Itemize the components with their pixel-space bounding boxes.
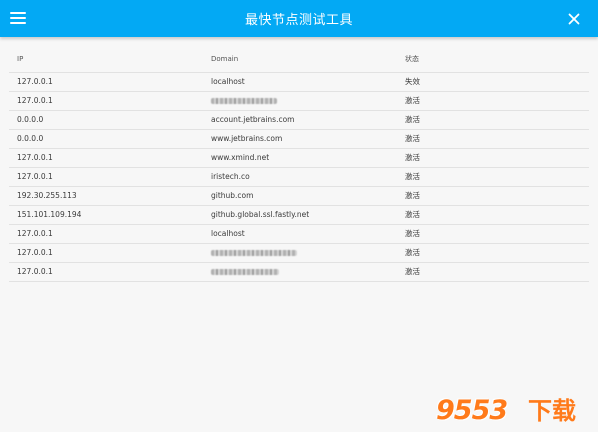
watermark-number: 9553 bbox=[436, 395, 508, 426]
table-row[interactable]: 127.0.0.1 激活 bbox=[9, 244, 589, 263]
hamburger-menu-icon[interactable] bbox=[10, 11, 26, 25]
header-domain: Domain bbox=[211, 55, 239, 63]
redacted-blur bbox=[211, 269, 279, 275]
cell-ip: 127.0.0.1 bbox=[17, 267, 53, 276]
app-window: 最快节点测试工具 IP Domain 状态 127.0.0.1 localhos… bbox=[0, 0, 598, 432]
redacted-blur bbox=[211, 98, 277, 104]
close-glyph bbox=[568, 13, 580, 25]
cell-status: 激活 bbox=[405, 191, 420, 200]
cell-domain: account.jetbrains.com bbox=[211, 115, 295, 124]
table-row[interactable]: 192.30.255.113 github.com 激活 bbox=[9, 187, 589, 206]
cell-ip: 192.30.255.113 bbox=[17, 191, 77, 200]
header-status: 状态 bbox=[405, 55, 419, 63]
hosts-table: IP Domain 状态 127.0.0.1 localhost 失效 127.… bbox=[9, 46, 589, 282]
table-row[interactable]: 151.101.109.194 github.global.ssl.fastly… bbox=[9, 206, 589, 225]
table-header: IP Domain 状态 bbox=[9, 46, 589, 73]
cell-domain: github.global.ssl.fastly.net bbox=[211, 210, 310, 219]
cell-domain-redacted bbox=[211, 244, 297, 263]
cell-status: 激活 bbox=[405, 229, 420, 238]
table-row[interactable]: 127.0.0.1 激活 bbox=[9, 92, 589, 111]
cell-domain: iristech.co bbox=[211, 172, 250, 181]
menu-line bbox=[10, 22, 26, 24]
close-icon[interactable] bbox=[568, 13, 580, 25]
cell-status: 激活 bbox=[405, 172, 420, 181]
cell-status: 激活 bbox=[405, 153, 420, 162]
cell-ip: 127.0.0.1 bbox=[17, 96, 53, 105]
cell-status: 激活 bbox=[405, 267, 420, 276]
cell-ip: 127.0.0.1 bbox=[17, 229, 53, 238]
table-row[interactable]: 127.0.0.1 www.xmind.net 激活 bbox=[9, 149, 589, 168]
cell-domain: www.xmind.net bbox=[211, 153, 270, 162]
cell-domain: localhost bbox=[211, 77, 245, 86]
cell-status: 失效 bbox=[405, 77, 420, 86]
cell-status: 激活 bbox=[405, 96, 420, 105]
cell-ip: 127.0.0.1 bbox=[17, 248, 53, 257]
cell-status: 激活 bbox=[405, 115, 420, 124]
menu-line bbox=[10, 12, 26, 14]
cell-status: 激活 bbox=[405, 134, 420, 143]
cell-ip: 127.0.0.1 bbox=[17, 172, 53, 181]
cell-ip: 0.0.0.0 bbox=[17, 115, 44, 124]
app-title: 最快节点测试工具 bbox=[244, 13, 353, 28]
redacted-blur bbox=[211, 250, 297, 256]
app-bar: 最快节点测试工具 bbox=[0, 0, 598, 37]
cell-status: 激活 bbox=[405, 248, 420, 257]
table-row[interactable]: 0.0.0.0 account.jetbrains.com 激活 bbox=[9, 111, 589, 130]
cell-status: 激活 bbox=[405, 210, 420, 219]
cell-ip: 127.0.0.1 bbox=[17, 153, 53, 162]
cell-domain: github.com bbox=[211, 191, 254, 200]
cell-ip: 151.101.109.194 bbox=[17, 210, 82, 219]
cell-domain-redacted bbox=[211, 92, 277, 111]
cell-domain: localhost bbox=[211, 229, 245, 238]
site-watermark: 9553 下载 bbox=[436, 396, 588, 426]
table-row[interactable]: 0.0.0.0 www.jetbrains.com 激活 bbox=[9, 130, 589, 149]
table-row[interactable]: 127.0.0.1 localhost 激活 bbox=[9, 225, 589, 244]
cell-ip: 127.0.0.1 bbox=[17, 77, 53, 86]
watermark-text: 下载 bbox=[528, 397, 576, 425]
table-row[interactable]: 127.0.0.1 localhost 失效 bbox=[9, 73, 589, 92]
menu-line bbox=[10, 17, 26, 19]
cell-domain-redacted bbox=[211, 263, 279, 282]
header-ip: IP bbox=[17, 55, 24, 63]
cell-ip: 0.0.0.0 bbox=[17, 134, 44, 143]
table-row[interactable]: 127.0.0.1 iristech.co 激活 bbox=[9, 168, 589, 187]
table-row[interactable]: 127.0.0.1 激活 bbox=[9, 263, 589, 282]
cell-domain: www.jetbrains.com bbox=[211, 134, 283, 143]
